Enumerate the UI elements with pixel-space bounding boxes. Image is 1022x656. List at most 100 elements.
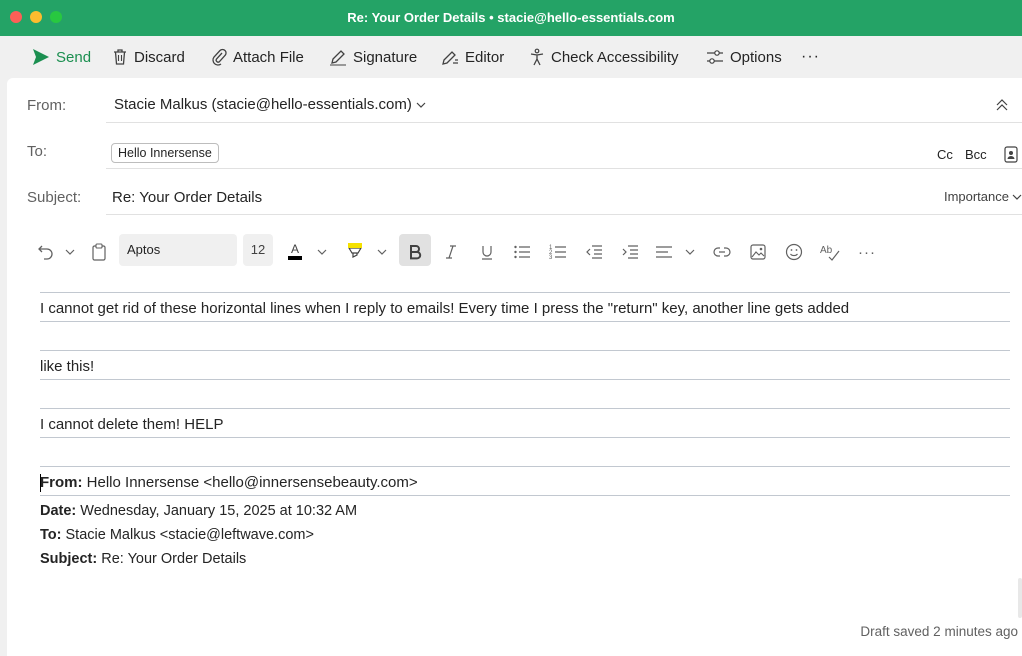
quoted-to-value: Stacie Malkus <stacie@leftwave.com> xyxy=(65,527,314,543)
draft-status: Draft saved 2 minutes ago xyxy=(860,624,1018,639)
trash-icon xyxy=(114,49,126,65)
subject-label: Subject: xyxy=(27,189,82,206)
increase-indent-button[interactable] xyxy=(620,238,640,266)
from-selector[interactable]: Stacie Malkus (stacie@hello-essentials.c… xyxy=(114,96,426,113)
editor-button[interactable]: Editor xyxy=(441,46,504,68)
accessibility-icon xyxy=(530,48,544,66)
quoted-subject-label: Subject: xyxy=(40,551,98,567)
spelling-button[interactable]: Ab xyxy=(820,238,840,266)
insert-picture-button[interactable] xyxy=(748,238,768,266)
more-format-button[interactable]: ··· xyxy=(857,238,877,266)
underline-button[interactable] xyxy=(477,238,497,266)
italic-button[interactable] xyxy=(441,238,461,266)
italic-icon xyxy=(446,245,456,259)
font-color-icon: A xyxy=(288,242,302,260)
chevron-down-icon xyxy=(1012,194,1022,200)
link-icon xyxy=(713,247,731,257)
quoted-subject-value: Re: Your Order Details xyxy=(101,551,247,567)
editor-label: Editor xyxy=(465,48,505,66)
font-color-menu-button[interactable] xyxy=(315,238,329,266)
undo-menu-button[interactable] xyxy=(63,238,77,266)
highlighter-icon xyxy=(347,243,363,258)
chevron-down-icon xyxy=(377,249,387,255)
chevron-down-icon xyxy=(416,102,426,108)
divider xyxy=(106,214,1022,215)
decrease-indent-button[interactable] xyxy=(584,238,604,266)
spelling-icon: Ab xyxy=(820,245,840,261)
title-bar: Re: Your Order Details • stacie@hello-es… xyxy=(0,0,1022,36)
collapse-header-icon[interactable] xyxy=(995,98,1009,112)
bullets-button[interactable] xyxy=(512,238,532,266)
compose-toolbar: Send Discard Attach File Signature Edito… xyxy=(0,36,1022,78)
outdent-icon xyxy=(586,245,602,259)
font-color-button[interactable]: A xyxy=(285,238,305,266)
attach-file-button[interactable]: Attach File xyxy=(211,46,304,68)
indent-icon xyxy=(622,245,638,259)
highlight-menu-button[interactable] xyxy=(375,238,389,266)
svg-text:Ab: Ab xyxy=(820,245,833,256)
quoted-date-label: Date: xyxy=(40,503,77,519)
send-icon xyxy=(33,49,49,65)
chevron-down-icon xyxy=(317,249,327,255)
bold-icon xyxy=(410,245,422,260)
bold-button[interactable] xyxy=(405,238,425,266)
importance-dropdown[interactable]: Importance xyxy=(944,189,1022,204)
body-line-2[interactable]: like this! xyxy=(40,358,94,375)
horizontal-rule xyxy=(40,437,1010,438)
paperclip-icon xyxy=(212,48,227,66)
quoted-subject-line[interactable]: Subject: Re: Your Order Details xyxy=(40,551,246,567)
bcc-button[interactable]: Bcc xyxy=(965,147,987,162)
horizontal-rule xyxy=(40,408,1010,409)
address-book-icon[interactable] xyxy=(1004,146,1018,163)
align-left-icon xyxy=(656,246,672,258)
paste-button[interactable] xyxy=(89,238,109,266)
more-toolbar-button[interactable]: ··· xyxy=(801,46,820,68)
options-label: Options xyxy=(730,48,782,66)
body-line-3[interactable]: I cannot delete them! HELP xyxy=(40,416,223,433)
subject-input[interactable]: Re: Your Order Details xyxy=(112,189,262,206)
horizontal-rule xyxy=(40,466,1010,467)
options-button[interactable]: Options xyxy=(706,46,782,68)
compose-pane: From: Stacie Malkus (stacie@hello-essent… xyxy=(7,78,1022,656)
check-accessibility-button[interactable]: Check Accessibility xyxy=(529,46,679,68)
chevron-down-icon xyxy=(65,249,75,255)
check-accessibility-label: Check Accessibility xyxy=(551,48,679,66)
quoted-from-value: Hello Innersense <hello@innersensebeauty… xyxy=(86,474,418,491)
quoted-from-line[interactable]: From: Hello Innersense <hello@innersense… xyxy=(40,474,418,491)
quoted-date-line[interactable]: Date: Wednesday, January 15, 2025 at 10:… xyxy=(40,503,357,519)
highlight-button[interactable] xyxy=(345,238,365,266)
emoji-button[interactable] xyxy=(784,238,804,266)
font-name-select[interactable]: Aptos xyxy=(119,234,237,266)
quoted-from-label: From: xyxy=(40,474,83,491)
pen-icon xyxy=(330,50,346,66)
from-value: Stacie Malkus (stacie@hello-essentials.c… xyxy=(114,96,412,113)
recipient-chip[interactable]: Hello Innersense xyxy=(111,143,219,163)
align-button[interactable] xyxy=(654,238,674,266)
font-size-select[interactable]: 12 xyxy=(243,234,273,266)
numbering-button[interactable]: 123 xyxy=(548,238,568,266)
horizontal-rule xyxy=(40,292,1010,293)
undo-button[interactable] xyxy=(35,238,57,266)
link-button[interactable] xyxy=(712,238,732,266)
discard-button[interactable]: Discard xyxy=(112,46,185,68)
bullet-list-icon xyxy=(514,245,530,259)
scrollbar[interactable] xyxy=(1018,578,1022,618)
align-menu-button[interactable] xyxy=(683,238,697,266)
cc-button[interactable]: Cc xyxy=(937,147,953,162)
numbered-list-icon: 123 xyxy=(549,245,566,261)
svg-text:A: A xyxy=(291,242,299,256)
emoji-icon xyxy=(785,243,803,261)
send-button[interactable]: Send xyxy=(32,46,91,68)
horizontal-rule xyxy=(40,379,1010,380)
signature-button[interactable]: Signature xyxy=(329,46,417,68)
editor-pen-icon xyxy=(442,51,458,65)
sliders-icon xyxy=(707,50,723,64)
to-label: To: xyxy=(27,143,48,160)
body-line-1[interactable]: I cannot get rid of these horizontal lin… xyxy=(40,300,849,317)
send-label: Send xyxy=(56,48,92,66)
quoted-to-line[interactable]: To: Stacie Malkus <stacie@leftwave.com> xyxy=(40,527,314,543)
signature-label: Signature xyxy=(353,48,418,66)
divider xyxy=(106,168,1022,169)
clipboard-icon xyxy=(92,243,106,261)
image-icon xyxy=(750,244,766,260)
